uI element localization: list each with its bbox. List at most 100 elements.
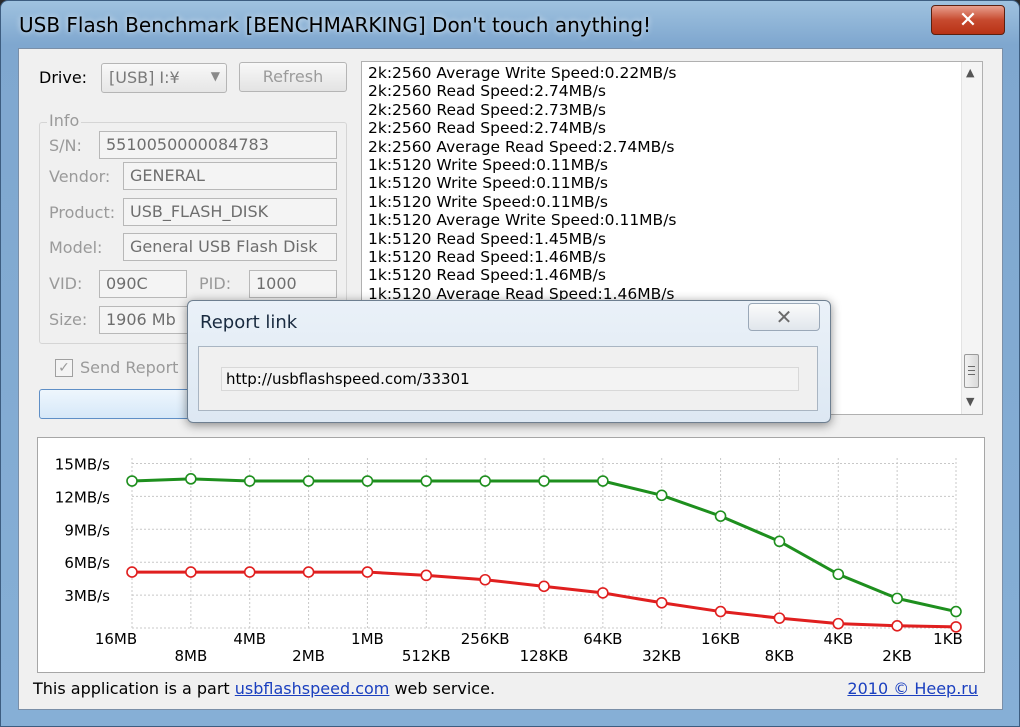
write-data-point [597, 587, 609, 599]
x-tick-label: 512KB [402, 647, 451, 665]
read-data-point [126, 475, 138, 487]
y-tick-label: 6MB/s [64, 554, 110, 572]
footer-prefix: This application is a part [33, 679, 235, 698]
size-label: Size: [49, 310, 88, 329]
write-data-point [479, 573, 491, 586]
app-window: USB Flash Benchmark [BENCHMARKING] Don't… [0, 0, 1020, 727]
report-link-dialog: Report link ✕ http://usbflashspeed.com/3… [187, 300, 831, 423]
footer-suffix: web service. [389, 679, 496, 698]
read-data-point [185, 473, 197, 485]
drive-select-value: [USB] I:¥ [109, 68, 180, 87]
x-tick-label: 256KB [461, 630, 510, 648]
write-data-point [891, 620, 903, 632]
log-line: 1k:5120 Read Speed:1.45MB/s [368, 229, 606, 248]
x-tick-label: 32KB [642, 647, 681, 665]
sn-field: 5510050000084783 [99, 131, 337, 159]
model-field: General USB Flash Disk [123, 233, 337, 261]
write-data-point [538, 580, 550, 593]
vendor-label: Vendor: [49, 167, 111, 186]
scroll-up-icon[interactable]: ▲ [966, 66, 974, 79]
read-data-point [302, 475, 315, 487]
x-tick-label: 1KB [933, 630, 963, 648]
y-tick-label: 9MB/s [64, 521, 110, 539]
size-field: 1906 Mb [99, 306, 199, 334]
x-tick-label: 4MB [233, 630, 266, 648]
send-report-checkbox[interactable]: ✓ [55, 359, 73, 377]
log-line: 1k:5120 Average Write Speed:0.11MB/s [368, 211, 677, 230]
read-data-point [420, 475, 433, 487]
chevron-down-icon: ▼ [210, 69, 220, 83]
write-data-point [832, 617, 845, 630]
dialog-title: Report link [200, 312, 298, 333]
x-tick-label: 2KB [882, 647, 912, 665]
drive-select[interactable]: [USB] I:¥ ▼ [101, 63, 227, 93]
refresh-button[interactable]: Refresh [239, 62, 347, 92]
log-scrollbar[interactable]: ▲ ▼ [961, 62, 982, 414]
y-tick-label: 12MB/s [55, 488, 110, 506]
report-url-field[interactable]: http://usbflashspeed.com/33301 [221, 367, 799, 391]
x-tick-label: 1MB [351, 630, 384, 648]
write-data-point [243, 566, 256, 578]
log-lines: 2k:2560 Average Write Speed:0.22MB/s 2k:2… [368, 64, 677, 303]
scroll-thumb[interactable] [964, 354, 979, 388]
speed-chart: 15MB/s 12MB/s 9MB/s 6MB/s 3MB/s 16MB 8MB 4MB 2MB… [37, 437, 985, 673]
usbflashspeed-link[interactable]: usbflashspeed.com [235, 679, 390, 698]
read-data-point [655, 489, 668, 502]
scroll-down-icon[interactable]: ▼ [966, 395, 974, 408]
drive-label: Drive: [39, 68, 88, 87]
read-data-point [243, 475, 256, 487]
log-line: 2k:2560 Average Write Speed:0.22MB/s [368, 64, 677, 82]
read-data-point [832, 568, 845, 581]
x-tick-label: 16KB [701, 630, 740, 648]
write-data-point [714, 605, 727, 618]
close-icon: ✕ [958, 8, 978, 33]
window-title: USB Flash Benchmark [BENCHMARKING] Don't… [19, 13, 652, 37]
log-line: 2k:2560 Average Read Speed:2.74MB/s [368, 137, 675, 156]
read-data-point [891, 592, 903, 605]
write-data-point [950, 621, 962, 633]
dialog-body: http://usbflashspeed.com/33301 [198, 346, 818, 411]
read-data-point [479, 475, 491, 487]
log-line: 2k:2560 Read Speed:2.74MB/s [368, 119, 606, 138]
log-line: 1k:5120 Write Speed:0.11MB/s [368, 156, 608, 175]
x-tick-label: 128KB [520, 647, 569, 665]
pid-field: 1000 [249, 270, 337, 298]
product-field: USB_FLASH_DISK [123, 198, 337, 226]
sn-label: S/N: [49, 136, 82, 155]
x-tick-label: 4KB [823, 630, 853, 648]
write-data-point [302, 566, 315, 578]
log-line: 2k:2560 Read Speed:2.74MB/s [368, 82, 606, 101]
log-line: 1k:5120 Read Speed:1.46MB/s [368, 248, 606, 267]
log-line: 1k:5120 Write Speed:0.11MB/s [368, 174, 608, 193]
x-tick-label: 8KB [765, 647, 795, 665]
write-data-point [420, 569, 433, 582]
pid-label: PID: [199, 274, 232, 293]
x-tick-label: 8MB [174, 647, 207, 665]
write-data-point [126, 566, 138, 578]
read-data-point [950, 605, 962, 618]
product-label: Product: [49, 203, 116, 222]
read-data-point [714, 510, 727, 522]
vendor-field: GENERAL [123, 162, 337, 190]
x-tick-label: 64KB [583, 630, 622, 648]
vid-label: VID: [49, 274, 83, 293]
title-bar[interactable]: USB Flash Benchmark [BENCHMARKING] Don't… [1, 1, 1019, 47]
close-icon: ✕ [775, 305, 793, 329]
write-data-point [185, 566, 197, 578]
read-data-point [773, 535, 786, 548]
write-data-point [655, 596, 668, 609]
read-data-point [538, 475, 550, 487]
speed-chart-svg: 15MB/s 12MB/s 9MB/s 6MB/s 3MB/s 16MB 8MB 4MB 2MB… [55, 455, 963, 665]
send-report-label: Send Report [80, 358, 179, 377]
dialog-close-button[interactable]: ✕ [748, 303, 820, 331]
window-close-button[interactable]: ✕ [931, 5, 1005, 35]
vid-field: 090C [99, 270, 187, 298]
log-line: 2k:2560 Read Speed:2.73MB/s [368, 100, 606, 119]
write-data-point [361, 566, 374, 578]
read-data-point [597, 475, 609, 487]
log-line: 1k:5120 Write Speed:0.11MB/s [368, 192, 608, 211]
heep-link[interactable]: 2010 © Heep.ru [847, 679, 978, 698]
log-line: 1k:5120 Read Speed:1.46MB/s [368, 266, 606, 285]
x-tick-label: 16MB [95, 630, 137, 648]
info-group-title: Info [47, 111, 82, 130]
